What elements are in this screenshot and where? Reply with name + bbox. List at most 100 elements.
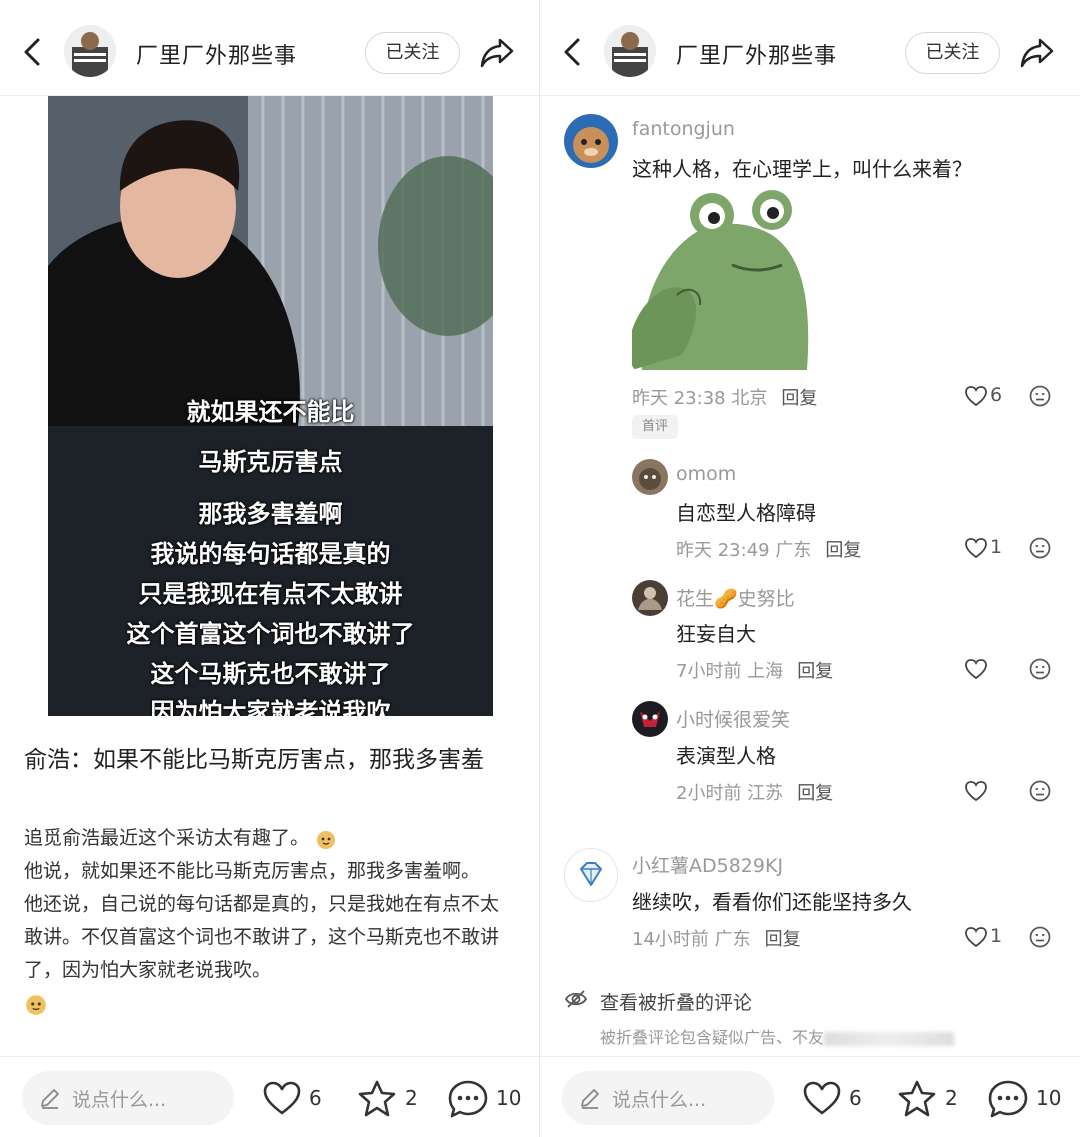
folded-comments-note: 被折叠评论包含疑似广告、不友	[600, 1024, 955, 1048]
post-title: 俞浩：如果不能比马斯克厉害点，那我多害羞	[24, 747, 484, 773]
comment-time: 昨天 23:49 广东	[676, 540, 812, 561]
commenter-name[interactable]: fantongjun	[632, 118, 735, 140]
account-name[interactable]: 厂里厂外那些事	[136, 38, 297, 70]
comment-bubble-icon[interactable]	[447, 1079, 489, 1119]
reply-button[interactable]: 回复	[797, 783, 833, 804]
frog-sticker-image[interactable]	[632, 190, 812, 370]
video-frame[interactable]: 就如果还不能比 马斯克厉害点 那我多害羞啊 我说的每句话都是真的 只是我现在有点…	[48, 96, 493, 716]
heart-icon[interactable]	[964, 780, 988, 802]
folded-comments-link[interactable]: 查看被折叠的评论	[600, 988, 752, 1015]
like-count: 6	[849, 1086, 862, 1110]
top-bar: 厂里厂外那些事 已关注	[0, 0, 540, 96]
top-bar: 厂里厂外那些事 已关注	[540, 0, 1080, 96]
post-paragraph: 他说，就如果还不能比马斯克厉害点，那我多害羞啊。	[24, 860, 481, 882]
comment-time: 2小时前 江苏	[676, 783, 784, 804]
pencil-icon	[581, 1089, 599, 1109]
comment-like-count: 1	[990, 925, 1003, 947]
comment-like-count: 1	[990, 536, 1003, 558]
post-paragraph: 追觅俞浩最近这个采访太有趣了。	[24, 827, 310, 849]
comment-meta: 7小时前 上海 回复	[676, 657, 833, 683]
commenter-avatar[interactable]	[632, 701, 668, 737]
commenter-name[interactable]: 小时候很爱笑	[676, 705, 790, 732]
folded-note-text: 被折叠评论包含疑似广告、不友	[600, 1028, 825, 1047]
back-arrow-icon[interactable]	[18, 36, 46, 68]
commenter-avatar[interactable]	[632, 459, 668, 495]
dislike-face-icon[interactable]	[1029, 658, 1051, 680]
subtitle-line: 马斯克厉害点	[198, 448, 343, 476]
mascot-emoji-icon	[317, 830, 336, 849]
account-avatar[interactable]	[64, 25, 116, 77]
subtitle-line: 这个马斯克也不敢讲了	[150, 660, 391, 688]
heart-icon[interactable]	[262, 1079, 302, 1119]
comment-bubble-icon[interactable]	[987, 1079, 1029, 1119]
follow-button[interactable]: 已关注	[365, 32, 460, 74]
comment-meta: 14小时前 广东 回复	[632, 925, 801, 951]
reply-button[interactable]: 回复	[781, 388, 817, 409]
follow-button[interactable]: 已关注	[905, 32, 1000, 74]
bottom-bar: 说点什么... 6 2 10	[540, 1056, 1080, 1137]
comment-time: 7小时前 上海	[676, 661, 784, 682]
heart-icon[interactable]	[964, 926, 988, 948]
eye-hidden-icon	[564, 990, 588, 1008]
comment-placeholder: 说点什么...	[612, 1089, 707, 1111]
comment-time: 14小时前 广东	[632, 929, 751, 950]
comment-input[interactable]: 说点什么...	[22, 1071, 234, 1125]
subtitle-line: 我说的每句话都是真的	[150, 540, 391, 568]
comment-text: 这种人格，在心理学上，叫什么来着？	[632, 157, 972, 181]
comment-placeholder: 说点什么...	[72, 1089, 167, 1111]
heart-icon[interactable]	[964, 537, 988, 559]
comment-meta: 2小时前 江苏 回复	[676, 779, 833, 805]
comment-text: 继续吹，看看你们还能坚持多久	[632, 890, 912, 914]
account-name[interactable]: 厂里厂外那些事	[676, 38, 837, 70]
star-icon[interactable]	[897, 1079, 937, 1119]
share-icon[interactable]	[1018, 34, 1056, 70]
comments-panel: 厂里厂外那些事 已关注 fantongjun 这种人格，在心理学上，叫什么来着？…	[540, 0, 1080, 1137]
commenter-avatar[interactable]	[632, 580, 668, 616]
reply-button[interactable]: 回复	[825, 540, 861, 561]
comment-text: 表演型人格	[676, 744, 776, 768]
first-comment-badge: 首评	[632, 415, 678, 439]
comment-count: 10	[1036, 1086, 1062, 1110]
commenter-avatar[interactable]	[564, 848, 618, 902]
subtitle-line: 只是我现在有点不太敢讲	[138, 580, 403, 608]
commenter-name[interactable]: 花生🥜史努比	[676, 584, 795, 611]
blurred-text	[824, 1031, 955, 1046]
reply-button[interactable]: 回复	[765, 929, 801, 950]
star-count: 2	[405, 1086, 418, 1110]
commenter-name[interactable]: omom	[676, 463, 736, 485]
subtitle-line: 就如果还不能比	[186, 398, 355, 426]
subtitle-line: 那我多害羞啊	[198, 500, 343, 528]
like-count: 6	[309, 1086, 322, 1110]
comment-meta: 昨天 23:49 广东 回复	[676, 536, 861, 562]
heart-icon[interactable]	[964, 658, 988, 680]
heart-icon[interactable]	[964, 385, 988, 407]
commenter-name[interactable]: 小红薯AD5829KJ	[632, 851, 783, 878]
mascot-emoji-icon	[26, 994, 46, 1015]
comment-text: 自恋型人格障碍	[676, 501, 816, 525]
comment-time: 昨天 23:38 北京	[632, 388, 768, 409]
dislike-face-icon[interactable]	[1029, 926, 1051, 948]
post-body: 追觅俞浩最近这个采访太有趣了。 他说，就如果还不能比马斯克厉害点，那我多害羞啊。…	[24, 822, 514, 1020]
comment-count: 10	[496, 1086, 522, 1110]
post-panel: 厂里厂外那些事 已关注 就如果还不能比 马斯克厉害点 那我多害羞啊 我说的每句话…	[0, 0, 540, 1137]
reply-button[interactable]: 回复	[797, 661, 833, 682]
dislike-face-icon[interactable]	[1029, 385, 1051, 407]
heart-icon[interactable]	[802, 1079, 842, 1119]
comment-like-count: 6	[990, 384, 1003, 406]
post-paragraph: 他还说，自己说的每句话都是真的，只是我她在有点不太敢讲。不仅首富这个词也不敢讲了…	[24, 893, 500, 981]
pencil-icon	[41, 1089, 59, 1109]
star-count: 2	[945, 1086, 958, 1110]
star-icon[interactable]	[357, 1079, 397, 1119]
share-icon[interactable]	[478, 34, 516, 70]
comment-meta: 昨天 23:38 北京 回复	[632, 384, 817, 410]
comment-text: 狂妄自大	[676, 622, 756, 646]
subtitle-line: 因为怕大家就老说我吹	[150, 698, 391, 716]
commenter-avatar[interactable]	[564, 114, 618, 168]
subtitle-line: 这个首富这个词也不敢讲了	[126, 620, 415, 648]
account-avatar[interactable]	[604, 25, 656, 77]
bottom-bar: 说点什么... 6 2 10	[0, 1056, 540, 1137]
back-arrow-icon[interactable]	[558, 36, 586, 68]
dislike-face-icon[interactable]	[1029, 537, 1051, 559]
dislike-face-icon[interactable]	[1029, 780, 1051, 802]
comment-input[interactable]: 说点什么...	[562, 1071, 774, 1125]
